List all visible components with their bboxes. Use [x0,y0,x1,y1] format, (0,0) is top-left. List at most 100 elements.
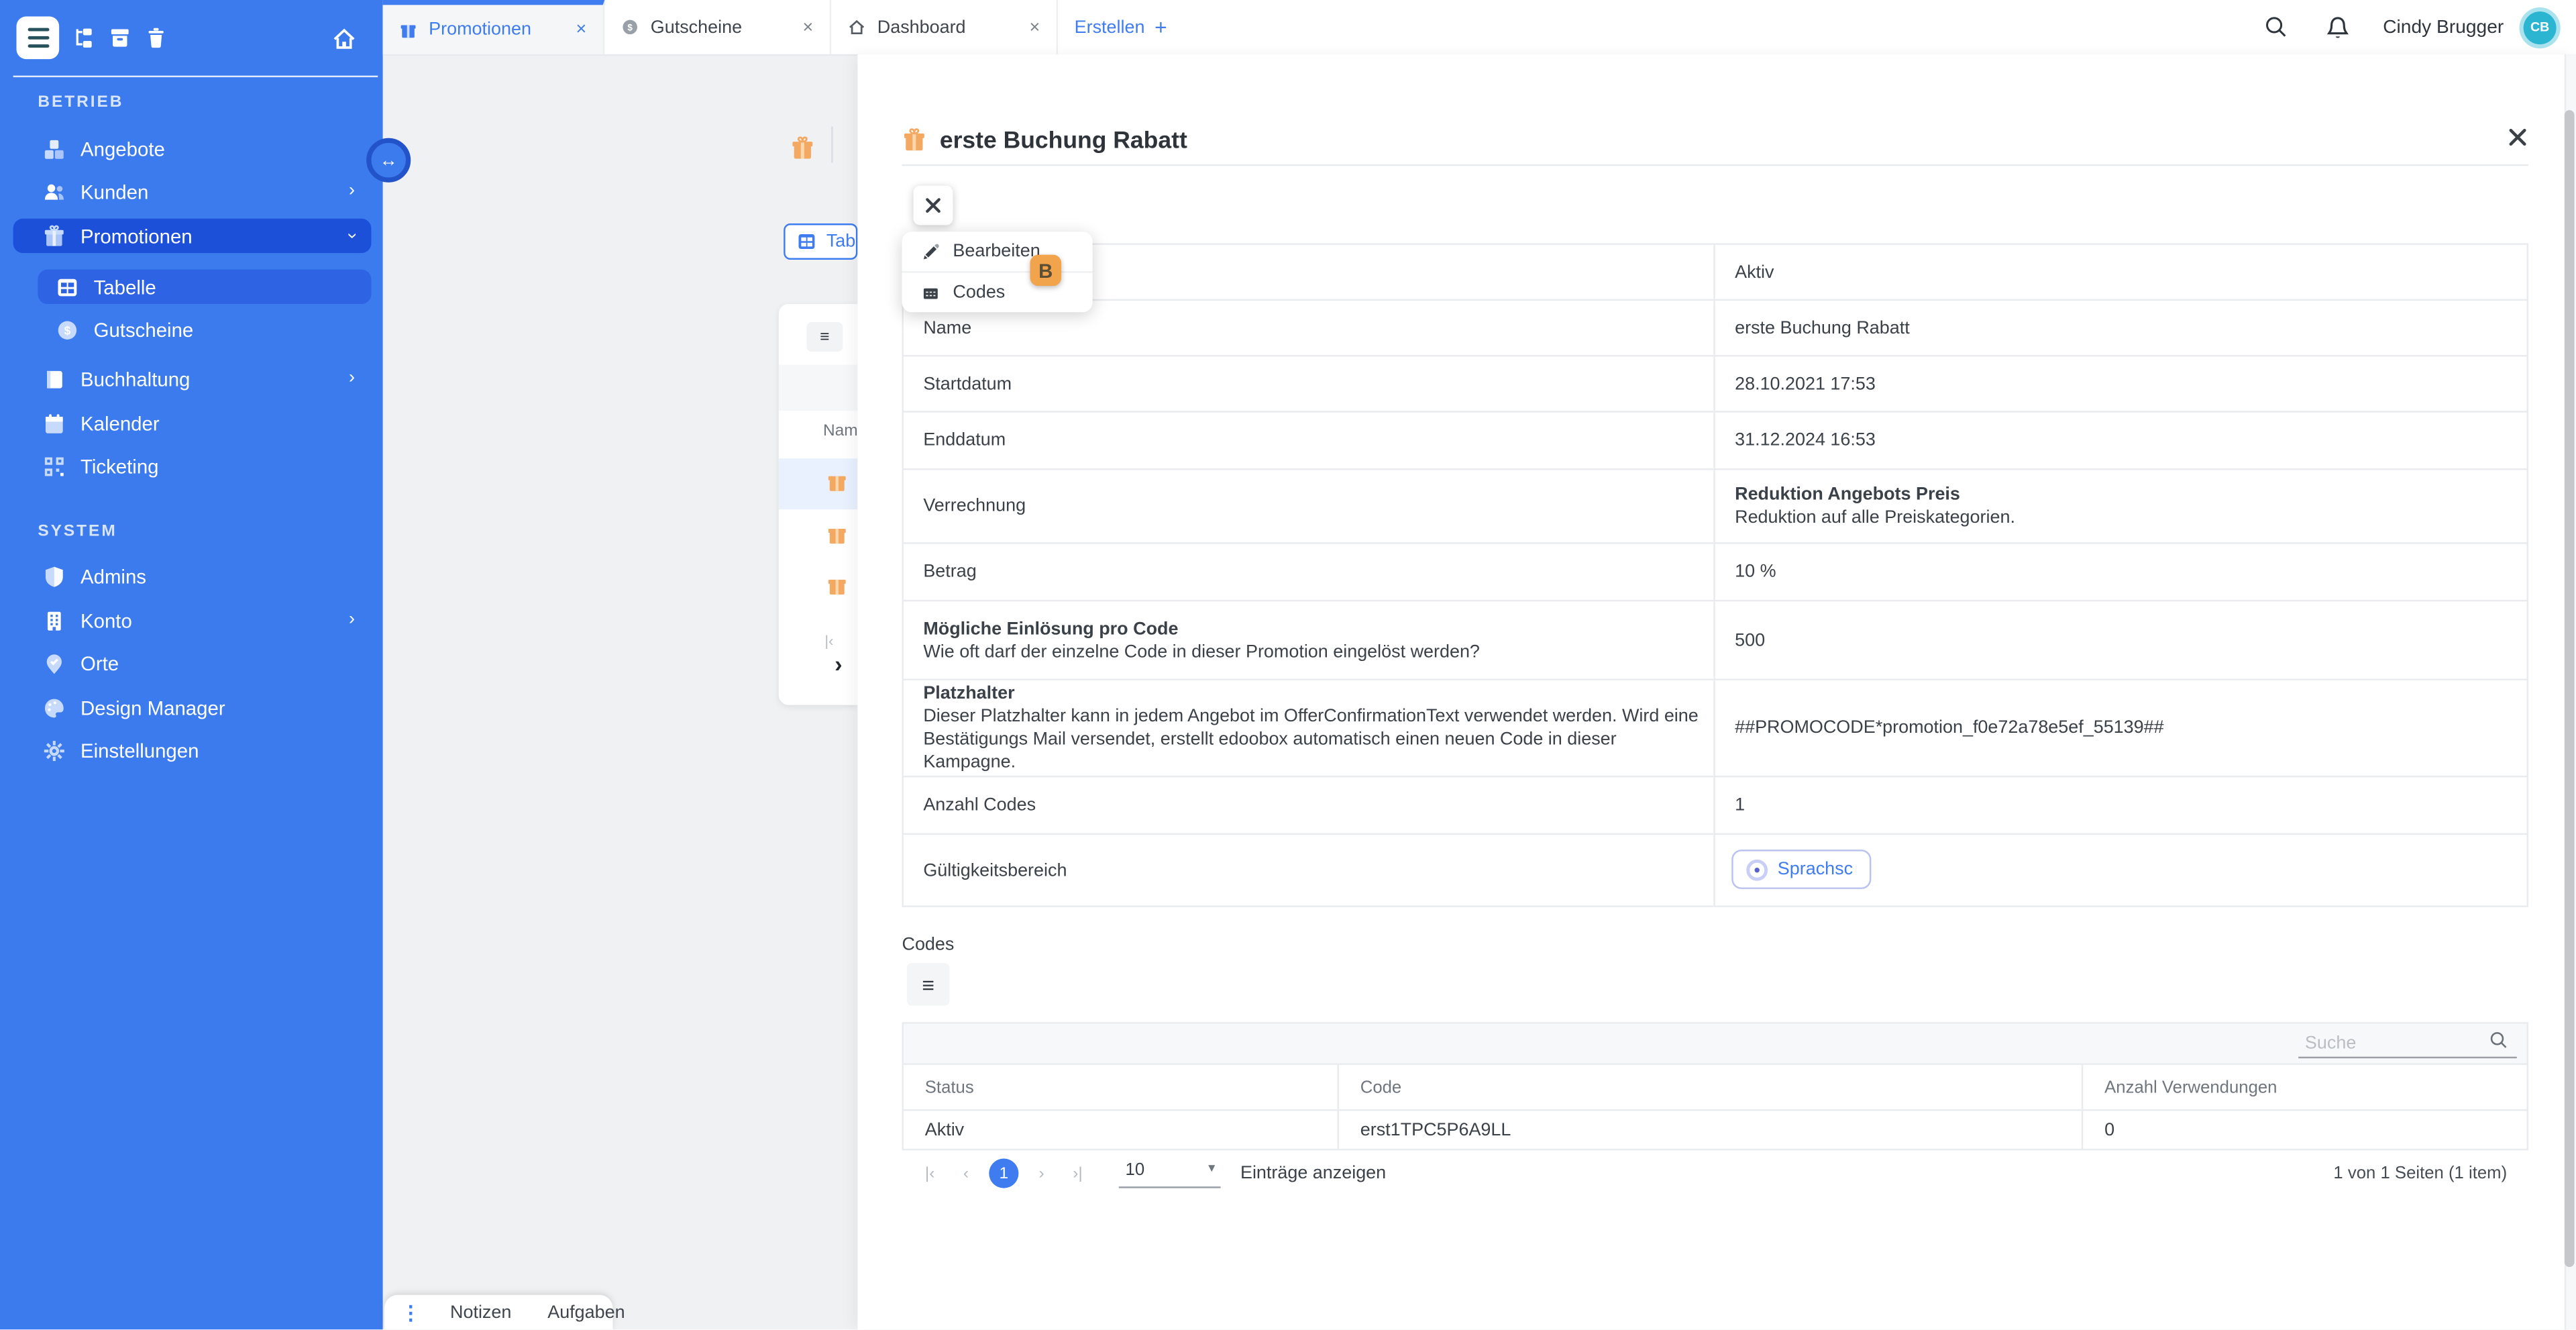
row-label: Verrechnung [904,470,1715,542]
last-page-button[interactable]: ›| [1060,1164,1096,1182]
svg-text:$: $ [627,22,633,32]
tab-close-icon[interactable]: × [576,19,587,39]
prev-page-button[interactable]: ‹ [948,1164,984,1182]
menu-item-codes[interactable]: Codes [902,271,1092,312]
sidebar-header-divider [13,76,378,77]
coupon-icon [920,283,939,301]
voucher-badge-icon: $ [56,318,78,341]
home-icon[interactable] [332,26,357,51]
svg-text:$: $ [64,323,71,336]
plus-icon: + [1155,15,1167,40]
chevron-right-icon: › [349,370,355,388]
search-icon[interactable] [2247,15,2308,40]
menu-item-bearbeiten[interactable]: Bearbeiten [902,232,1092,271]
row-label: Anzahl Codes [904,777,1715,833]
tab-close-icon[interactable]: × [1029,17,1040,37]
search-icon[interactable] [2489,1031,2508,1050]
notifications-bell-icon[interactable] [2308,14,2370,40]
sidebar-item-promotionen[interactable]: Promotionen › [13,219,372,253]
sidebar-item-tabelle[interactable]: Tabelle [38,270,371,304]
context-menu: Bearbeiten Codes [902,232,1092,312]
tab-erstellen-new[interactable]: Erstellen + [1058,0,1183,54]
page-title: erste Buchung Rabatt [940,128,1187,154]
sidebar-collapse-button[interactable] [16,16,59,59]
background-tabelle-view-button[interactable]: Tabelle [784,223,857,260]
sidebar: BETRIEB Angebote Kunden › Promotionen › … [0,0,383,1329]
sidebar-item-gutscheine[interactable]: $ Gutscheine [38,312,371,346]
building-icon [43,609,66,631]
gift-icon [43,224,66,247]
sidebar-item-kunden[interactable]: Kunden › [13,174,372,209]
sidebar-item-einstellungen[interactable]: Einstellungen [13,733,372,767]
page-size-select[interactable]: 10 ▼ [1119,1160,1221,1188]
sidebar-item-orte[interactable]: Orte [13,646,372,680]
hierarchy-tree-icon[interactable] [72,26,95,49]
tab-gutscheine[interactable]: $ Gutscheine × [604,0,831,54]
avatar[interactable]: CB [2524,11,2557,44]
codes-pagination: |‹ ‹ 1 › ›| 10 ▼ Einträge anzeigen 1 von… [902,1150,2528,1196]
code-usage-cell: 0 [2083,1111,2526,1149]
background-list-toolbar [779,365,858,411]
row-value: 28.10.2021 17:53 [1715,356,2527,411]
column-header[interactable]: Code [1339,1065,2083,1109]
sidebar-resize-handle[interactable]: ↔ [366,138,411,183]
gift-icon [826,575,848,597]
gift-icon [826,472,848,493]
background-page-gift-icon [790,136,815,161]
sprachschule-scope-chip[interactable]: Sprachsc [1731,850,1871,889]
tab-dashboard[interactable]: Dashboard × [831,0,1058,54]
menu-item-label: Codes [953,283,1005,302]
sidebar-item-angebote[interactable]: Angebote [13,132,372,166]
sidebar-item-label: Promotionen [80,224,193,247]
table-grid-icon [797,232,816,251]
background-list-menu-button[interactable]: ≡ [806,322,843,352]
row-label: Startdatum [904,356,1715,411]
table-row-enddatum: Enddatum 31.12.2024 16:53 [904,413,2527,470]
notes-tab[interactable]: Notizen [432,1302,529,1322]
row-label: Gültigkeitsbereich [904,835,1715,905]
next-page-button[interactable]: › [1024,1164,1060,1182]
chevron-right-icon: › [349,611,355,629]
chevron-down-icon: › [343,233,361,239]
codes-data-row[interactable]: Aktiv erst1TPC5P6A9LL 0 [904,1109,2527,1149]
user-name: Cindy Brugger [2383,17,2504,37]
expand-panel-chevron-button[interactable]: › [835,651,842,677]
sidebar-item-ticketing[interactable]: Ticketing [13,449,372,483]
trash-icon[interactable] [145,26,168,49]
codes-table: Status Code Anzahl Verwendungen Aktiv er… [902,1022,2528,1150]
new-tab-label: Erstellen [1075,17,1145,37]
column-header[interactable]: Status [904,1065,1339,1109]
sidebar-item-konto[interactable]: Konto › [13,603,372,637]
map-pin-icon [43,652,66,674]
table-row-status: Aktiv [904,245,2527,301]
tab-close-icon[interactable]: × [802,17,813,37]
row-value: Aktiv [1715,245,2527,299]
promotion-detail-table: Aktiv Name erste Buchung Rabatt Startdat… [902,243,2528,907]
sidebar-item-buchhaltung[interactable]: Buchhaltung › [13,362,372,396]
scrollbar-thumb[interactable] [2565,110,2575,1267]
current-page-button[interactable]: 1 [989,1159,1018,1188]
column-header[interactable]: Anzahl Verwendungen [2083,1065,2526,1109]
sidebar-item-design-manager[interactable]: Design Manager [13,690,372,725]
background-list-pagination: |‹ [824,633,833,649]
table-row-betrag: Betrag 10 % [904,544,2527,602]
codes-section-heading: Codes [902,935,954,954]
tasks-tab[interactable]: Aufgaben [529,1302,643,1322]
panel-close-icon[interactable] [2507,127,2528,148]
row-value: 500 [1715,601,2527,678]
sidebar-item-kalender[interactable]: Kalender [13,406,372,440]
notes-menu-icon[interactable]: ⋮ [384,1300,432,1323]
close-menu-button[interactable] [914,186,953,225]
first-page-button[interactable]: |‹ [912,1164,948,1182]
codes-menu-button[interactable]: ≡ [907,963,950,1006]
gear-icon [43,739,66,762]
sidebar-item-label: Einstellungen [80,739,199,762]
tab-promotionen[interactable]: Promotionen × [383,0,605,54]
keyboard-hint-badge: B [1030,255,1062,287]
sidebar-item-admins[interactable]: Admins [13,559,372,593]
background-list-card: ≡ Name |‹ [779,304,858,705]
archive-box-icon[interactable] [109,26,131,49]
table-row-startdatum: Startdatum 28.10.2021 17:53 [904,356,2527,412]
row-value: 1 [1715,777,2527,833]
background-list-header: Name [823,422,857,440]
